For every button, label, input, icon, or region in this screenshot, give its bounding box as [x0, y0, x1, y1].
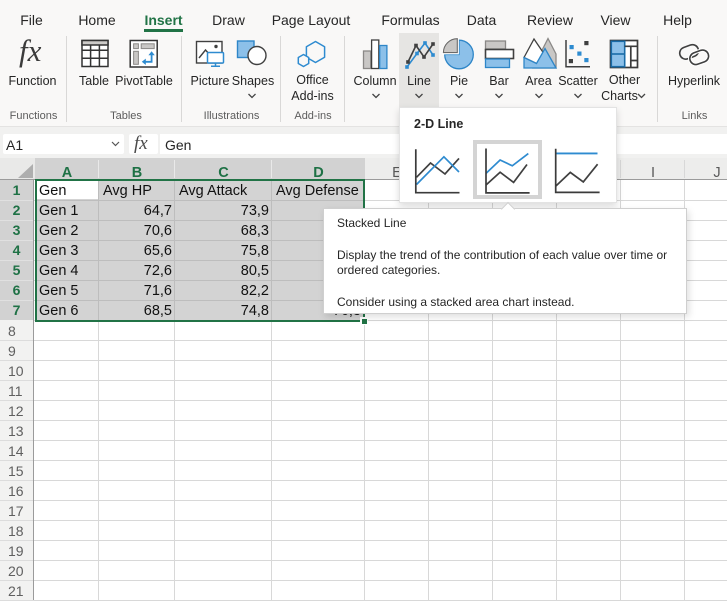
- svg-text:fx: fx: [19, 33, 42, 68]
